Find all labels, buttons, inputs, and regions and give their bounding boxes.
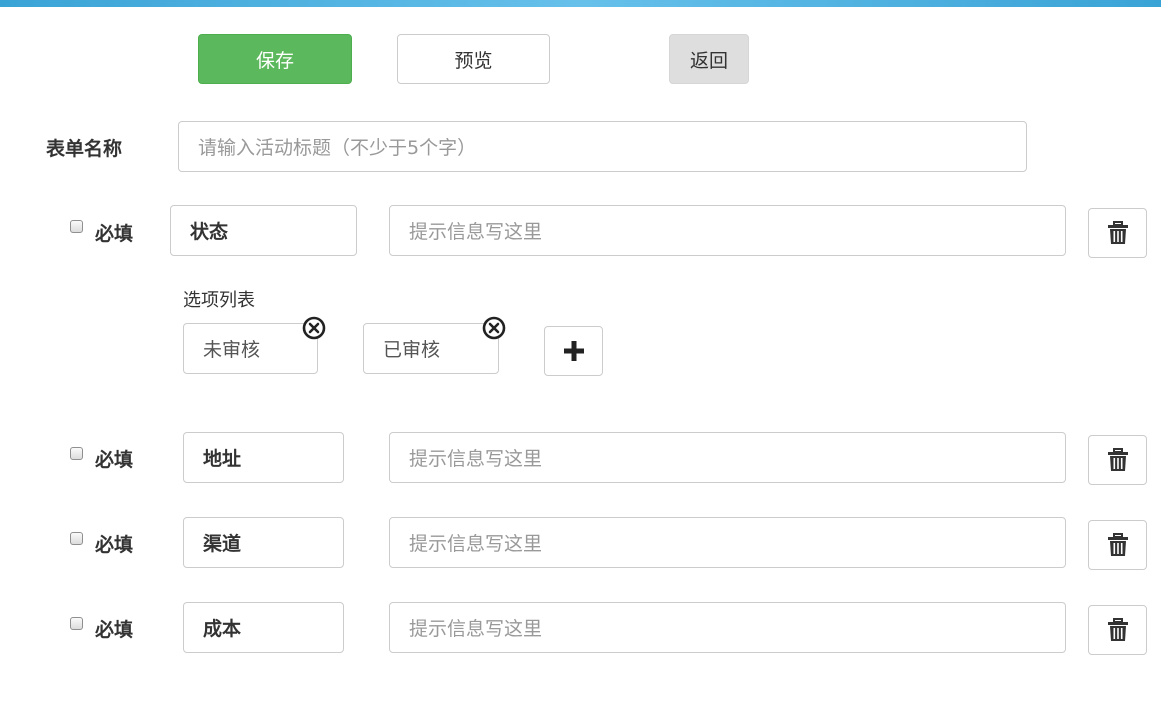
required-label: 必填 [95,449,134,471]
trash-icon [1107,618,1128,641]
required-checkbox[interactable] [70,532,83,545]
options-list-title: 选项列表 [183,290,255,311]
plus-icon [563,341,584,361]
required-label: 必填 [95,619,134,641]
field-name-input[interactable]: 渠道 [183,517,344,568]
preview-button[interactable]: 预览 [397,34,550,84]
required-checkbox[interactable] [70,447,83,460]
close-circle-icon[interactable] [482,316,506,340]
form-name-input[interactable]: 请输入活动标题（不少于5个字） [178,121,1027,172]
trash-icon [1107,533,1128,556]
required-checkbox[interactable] [70,617,83,630]
delete-field-button[interactable] [1088,208,1147,258]
required-label: 必填 [95,534,134,556]
required-label: 必填 [95,223,134,245]
option-input[interactable]: 已审核 [363,323,499,374]
add-option-button[interactable] [544,326,603,376]
field-name-input[interactable]: 成本 [183,602,344,653]
field-name-input[interactable]: 状态 [170,205,357,256]
trash-icon [1107,448,1128,471]
back-button[interactable]: 返回 [669,34,749,84]
option-input[interactable]: 未审核 [183,323,318,374]
field-hint-input[interactable]: 提示信息写这里 [389,602,1066,653]
field-hint-input[interactable]: 提示信息写这里 [389,432,1066,483]
field-name-input[interactable]: 地址 [183,432,344,483]
delete-field-button[interactable] [1088,435,1147,485]
form-name-label: 表单名称 [46,138,123,160]
trash-icon [1107,221,1128,244]
field-hint-input[interactable]: 提示信息写这里 [389,517,1066,568]
close-circle-icon[interactable] [302,316,326,340]
field-hint-input[interactable]: 提示信息写这里 [389,205,1066,256]
delete-field-button[interactable] [1088,520,1147,570]
delete-field-button[interactable] [1088,605,1147,655]
required-checkbox[interactable] [70,220,83,233]
save-button[interactable]: 保存 [198,34,352,84]
top-accent-strip [0,0,1161,7]
